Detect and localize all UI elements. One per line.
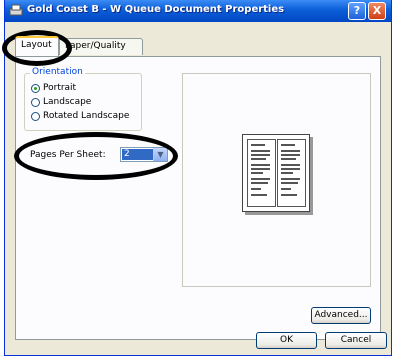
orientation-title: Orientation: [30, 67, 85, 77]
pages-per-sheet-select[interactable]: 2 ▼: [120, 147, 168, 162]
preview-page-2: [277, 139, 306, 207]
rotated-landscape-option[interactable]: Rotated Landscape: [31, 111, 129, 123]
ok-button[interactable]: OK: [256, 332, 317, 349]
tab-paper-quality[interactable]: Paper/Quality: [59, 38, 143, 55]
layout-preview: [182, 73, 371, 287]
preview-page-1: [247, 139, 276, 207]
chevron-down-icon[interactable]: ▼: [153, 148, 167, 161]
printer-icon: [9, 4, 23, 16]
layout-panel: Orientation Portrait Landscape Rotated L…: [15, 56, 381, 340]
help-button[interactable]: ?: [348, 2, 366, 20]
sheet-preview-image: [242, 134, 310, 212]
cancel-button[interactable]: Cancel: [325, 332, 387, 349]
close-button[interactable]: X: [368, 2, 386, 20]
rotated-landscape-label: Rotated Landscape: [43, 111, 130, 121]
landscape-label: Landscape: [43, 97, 92, 107]
rotated-landscape-radio[interactable]: [31, 111, 40, 121]
portrait-option[interactable]: Portrait: [31, 83, 76, 95]
document-properties-dialog: Gold Coast B - W Queue Document Properti…: [4, 0, 392, 356]
portrait-radio[interactable]: [31, 83, 40, 93]
landscape-option[interactable]: Landscape: [31, 97, 91, 109]
window-title: Gold Coast B - W Queue Document Properti…: [27, 4, 285, 15]
title-bar[interactable]: Gold Coast B - W Queue Document Properti…: [5, 0, 391, 22]
orientation-group: Orientation Portrait Landscape Rotated L…: [24, 67, 142, 131]
tab-layout[interactable]: Layout: [15, 36, 59, 56]
pages-per-sheet-label: Pages Per Sheet:: [30, 150, 106, 160]
pages-per-sheet-value: 2: [122, 149, 154, 160]
portrait-label: Portrait: [43, 83, 77, 93]
landscape-radio[interactable]: [31, 97, 40, 107]
advanced-button[interactable]: Advanced...: [311, 307, 371, 324]
